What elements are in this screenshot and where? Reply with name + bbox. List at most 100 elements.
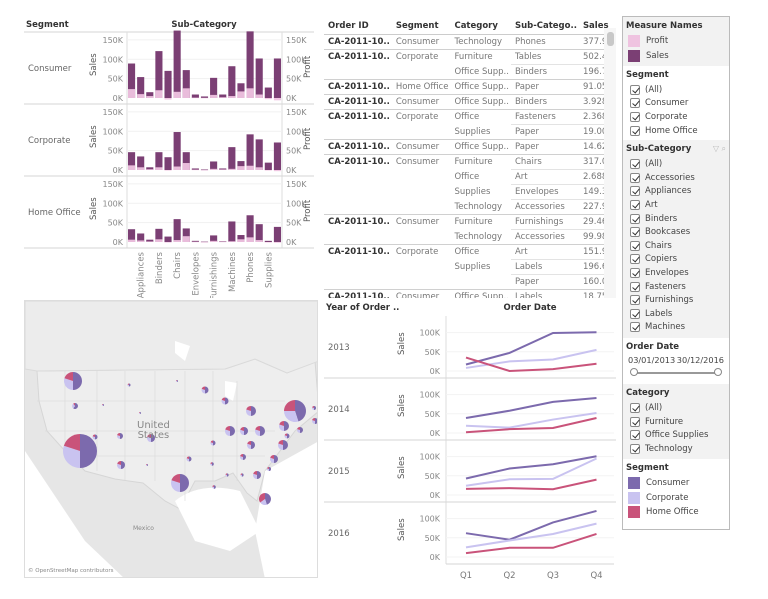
bar-sales[interactable]: [228, 221, 236, 242]
map-pie-marker[interactable]: [267, 467, 271, 471]
col-header-sub-category[interactable]: Sub-Catego..: [510, 18, 579, 35]
map-pie-marker[interactable]: [312, 418, 318, 424]
map-pie-marker[interactable]: [279, 421, 289, 431]
bar-profit[interactable]: [137, 94, 145, 98]
bar-profit[interactable]: [228, 241, 236, 242]
bar-sales[interactable]: [246, 31, 254, 99]
bar-profit[interactable]: [137, 167, 145, 170]
bar-profit[interactable]: [191, 97, 199, 99]
bar-profit[interactable]: [164, 242, 172, 243]
table-row[interactable]: CA-2011-10.. Corporate Furniture Tables 502.…: [324, 49, 616, 65]
checkbox-checked[interactable]: [630, 443, 640, 454]
bar-profit[interactable]: [128, 239, 136, 242]
map-pie-marker[interactable]: [186, 456, 192, 462]
table-scrollbar-thumb[interactable]: [607, 32, 614, 46]
map-pie-marker[interactable]: [201, 386, 209, 394]
map-pie-marker[interactable]: [278, 440, 288, 450]
checkbox-checked[interactable]: [630, 172, 640, 183]
map-pie-marker[interactable]: [146, 464, 148, 466]
checkbox-checked[interactable]: [630, 186, 640, 197]
bar-profit[interactable]: [191, 241, 199, 243]
bar-profit[interactable]: [191, 169, 199, 171]
filter-option-art[interactable]: Art: [626, 198, 726, 212]
table-row[interactable]: Supplies Labels 196.62: [324, 259, 616, 275]
bar-profit[interactable]: [264, 170, 272, 171]
table-scrollbar-track[interactable]: [604, 28, 616, 298]
bar-profit[interactable]: [200, 169, 209, 171]
map-view[interactable]: United States Mexico © OpenStreetMap con…: [24, 300, 318, 578]
map-pie-marker[interactable]: [247, 441, 255, 449]
bar-profit[interactable]: [146, 241, 154, 242]
bar-profit[interactable]: [173, 166, 181, 170]
bar-sales[interactable]: [273, 58, 281, 98]
bar-profit[interactable]: [237, 166, 245, 170]
bar-profit[interactable]: [219, 241, 227, 243]
checkbox-checked[interactable]: [630, 111, 640, 122]
filter-option-accessories[interactable]: Accessories: [626, 171, 726, 185]
filter-option-home-office[interactable]: Home Office: [626, 124, 726, 138]
map-pie-marker[interactable]: [72, 403, 78, 409]
checkbox-checked[interactable]: [630, 430, 640, 441]
checkbox-checked[interactable]: [630, 254, 640, 265]
bar-sales[interactable]: [264, 162, 272, 170]
bar-profit[interactable]: [200, 97, 209, 99]
filter-option-bookcases[interactable]: Bookcases: [626, 225, 726, 239]
filter-option-corporate[interactable]: Corporate: [626, 110, 726, 124]
bar-profit[interactable]: [237, 239, 245, 242]
map-pie-marker[interactable]: [92, 434, 98, 440]
bar-profit[interactable]: [155, 90, 163, 98]
search-icon[interactable]: ⌕: [722, 144, 726, 153]
bar-profit[interactable]: [146, 96, 154, 98]
map-pie-marker[interactable]: [239, 427, 248, 435]
table-row[interactable]: Technology Accessories 227.976: [324, 199, 616, 215]
bar-profit[interactable]: [255, 167, 263, 170]
checkbox-checked[interactable]: [630, 84, 640, 95]
map-pie-marker[interactable]: [246, 406, 256, 416]
bar-profit[interactable]: [255, 94, 263, 98]
bar-sales[interactable]: [246, 134, 254, 170]
checkbox-checked[interactable]: [630, 322, 640, 333]
map-pie-marker[interactable]: [225, 473, 229, 477]
filter-option-technology[interactable]: Technology: [626, 442, 726, 456]
map-pie-marker[interactable]: [117, 433, 123, 439]
filter-option-all[interactable]: (All): [626, 157, 726, 171]
checkbox-checked[interactable]: [630, 403, 640, 414]
bar-sales[interactable]: [264, 87, 272, 98]
filter-option-chairs[interactable]: Chairs: [626, 239, 726, 253]
bar-profit[interactable]: [228, 96, 236, 98]
bar-profit[interactable]: [128, 89, 136, 98]
bar-profit[interactable]: [237, 91, 245, 98]
bar-profit[interactable]: [128, 165, 136, 170]
legend-item-corporate[interactable]: Corporate: [626, 490, 726, 505]
bar-sales[interactable]: [228, 147, 236, 170]
map-pie-marker[interactable]: [259, 493, 272, 506]
bar-sales[interactable]: [200, 96, 209, 98]
table-row[interactable]: Office Supp.. Binders 196.704: [324, 64, 616, 80]
table-row[interactable]: Supplies Paper 19.008: [324, 124, 616, 140]
order-date-start[interactable]: 03/01/2013: [628, 355, 675, 365]
map-pie-marker[interactable]: [127, 383, 131, 387]
filter-option-office-supplies[interactable]: Office Supplies: [626, 429, 726, 443]
map-pie-marker[interactable]: [64, 372, 82, 390]
filter-option-furniture[interactable]: Furniture: [626, 415, 726, 429]
map-pie-marker[interactable]: [210, 440, 216, 446]
bar-profit[interactable]: [273, 170, 281, 172]
map-attribution[interactable]: © OpenStreetMap contributors: [28, 568, 113, 574]
table-row[interactable]: CA-2011-10.. Corporate Office Art 151.92: [324, 244, 616, 260]
bar-profit[interactable]: [182, 163, 190, 170]
filter-option-furnishings[interactable]: Furnishings: [626, 293, 726, 307]
table-row[interactable]: Office Art 2.688: [324, 169, 616, 185]
checkbox-checked[interactable]: [630, 199, 640, 210]
checkbox-checked[interactable]: [630, 98, 640, 109]
bar-profit[interactable]: [264, 98, 272, 100]
line-home-office[interactable]: [465, 417, 597, 434]
line-home-office[interactable]: [465, 478, 597, 491]
bar-sales[interactable]: [173, 132, 181, 170]
bar-sales[interactable]: [255, 224, 263, 242]
map-pie-marker[interactable]: [312, 406, 316, 410]
checkbox-checked[interactable]: [630, 227, 640, 238]
checkbox-checked[interactable]: [630, 416, 640, 427]
col-header-category[interactable]: Category: [450, 18, 511, 35]
bar-profit[interactable]: [182, 88, 190, 98]
checkbox-checked[interactable]: [630, 213, 640, 224]
